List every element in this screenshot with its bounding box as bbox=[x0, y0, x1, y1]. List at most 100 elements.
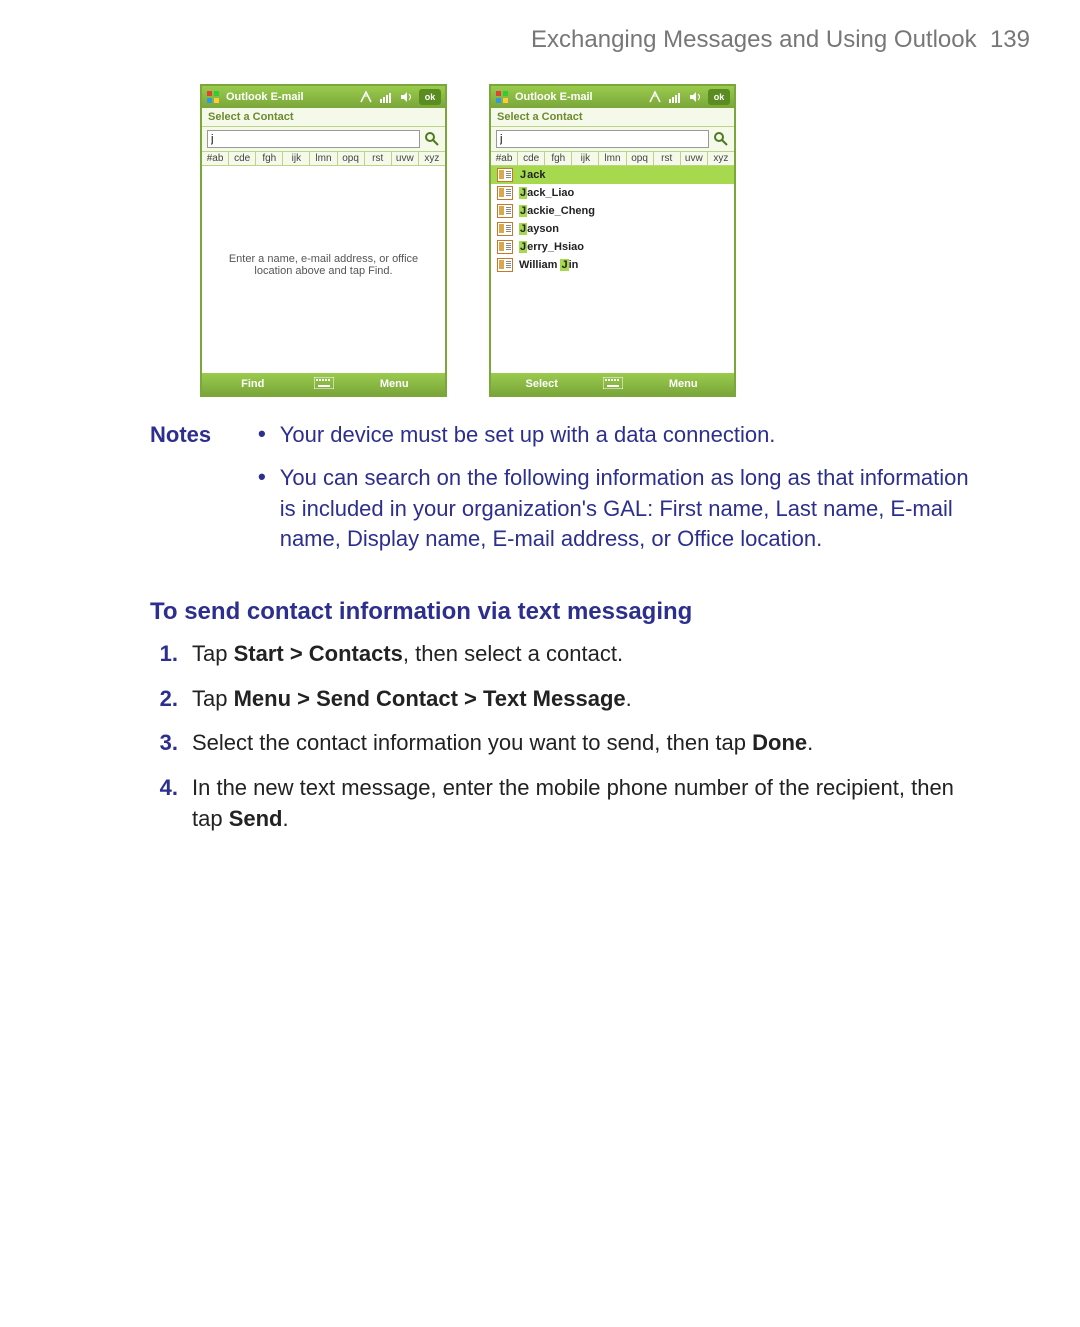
alpha-tab[interactable]: ijk bbox=[283, 152, 310, 165]
signal-icon bbox=[379, 90, 393, 104]
note-text: Your device must be set up with a data c… bbox=[280, 420, 776, 451]
step-number: 3. bbox=[150, 728, 178, 759]
contact-row[interactable]: Jackie_Cheng bbox=[491, 202, 734, 220]
keyboard-icon[interactable] bbox=[593, 377, 633, 392]
contact-name: Jack bbox=[519, 169, 545, 181]
step-number: 2. bbox=[150, 684, 178, 715]
note-item: • You can search on the following inform… bbox=[258, 463, 980, 555]
step-text: Tap Menu > Send Contact > Text Message. bbox=[192, 684, 980, 715]
contact-row[interactable]: William Jin bbox=[491, 256, 734, 274]
keyboard-icon[interactable] bbox=[304, 377, 344, 392]
alpha-tab[interactable]: uvw bbox=[681, 152, 708, 165]
alpha-tab[interactable]: ijk bbox=[572, 152, 599, 165]
section-title: Exchanging Messages and Using Outlook bbox=[531, 26, 977, 53]
titlebar: Outlook E-mail ok bbox=[202, 86, 445, 108]
screenshot-right: Outlook E-mail ok Select a Contact #abcd… bbox=[489, 84, 736, 397]
alpha-tabs-left[interactable]: #abcdefghijklmnopqrstuvwxyz bbox=[202, 152, 445, 166]
alpha-tab[interactable]: fgh bbox=[256, 152, 283, 165]
screenshot-left: Outlook E-mail ok Select a Contact #abcd… bbox=[200, 84, 447, 397]
step-number: 4. bbox=[150, 773, 178, 835]
search-input[interactable] bbox=[496, 130, 709, 148]
step-number: 1. bbox=[150, 639, 178, 670]
alpha-tab[interactable]: fgh bbox=[545, 152, 572, 165]
alpha-tab[interactable]: rst bbox=[365, 152, 392, 165]
contact-name: Jackie_Cheng bbox=[519, 205, 595, 217]
contact-name: William Jin bbox=[519, 259, 578, 271]
signal-icon bbox=[668, 90, 682, 104]
volume-icon bbox=[688, 90, 702, 104]
soft-key-bar: Select Menu bbox=[491, 373, 734, 395]
document-body: Notes • Your device must be set up with … bbox=[150, 420, 980, 849]
step-item: 1. Tap Start > Contacts, then select a c… bbox=[150, 639, 980, 670]
step-item: 3. Select the contact information you wa… bbox=[150, 728, 980, 759]
titlebar-label: Outlook E-mail bbox=[515, 91, 593, 103]
start-icon[interactable] bbox=[495, 90, 509, 104]
notes-list: • Your device must be set up with a data… bbox=[258, 420, 980, 567]
bullet-icon: • bbox=[258, 420, 266, 451]
step-text: Select the contact information you want … bbox=[192, 728, 980, 759]
alpha-tab[interactable]: cde bbox=[518, 152, 545, 165]
page-header: Exchanging Messages and Using Outlook 13… bbox=[531, 26, 1030, 54]
contact-card-icon bbox=[497, 258, 513, 272]
results-area: Jack Jack_Liao Jackie_Cheng Jayson Jerry_Hsi… bbox=[491, 166, 734, 373]
contact-row[interactable]: Jayson bbox=[491, 220, 734, 238]
contact-list: Jack Jack_Liao Jackie_Cheng Jayson Jerry_Hsi… bbox=[491, 166, 734, 274]
contact-card-icon bbox=[497, 222, 513, 236]
contact-card-icon bbox=[497, 204, 513, 218]
contact-row[interactable]: Jack bbox=[491, 166, 734, 184]
alpha-tab[interactable]: #ab bbox=[202, 152, 229, 165]
search-row bbox=[491, 127, 734, 152]
contact-card-icon bbox=[497, 186, 513, 200]
find-icon[interactable] bbox=[424, 131, 440, 147]
alpha-tab[interactable]: lmn bbox=[310, 152, 337, 165]
contact-name: Jack_Liao bbox=[519, 187, 574, 199]
note-item: • Your device must be set up with a data… bbox=[258, 420, 980, 451]
notes-block: Notes • Your device must be set up with … bbox=[150, 420, 980, 567]
results-area: Enter a name, e-mail address, or office … bbox=[202, 166, 445, 373]
ok-button[interactable]: ok bbox=[419, 89, 441, 105]
contact-card-icon bbox=[497, 168, 513, 182]
screen-subtitle: Select a Contact bbox=[202, 108, 445, 127]
contact-card-icon bbox=[497, 240, 513, 254]
connectivity-icon bbox=[648, 90, 662, 104]
softkey-right[interactable]: Menu bbox=[633, 378, 735, 390]
softkey-left[interactable]: Find bbox=[202, 378, 304, 390]
search-row bbox=[202, 127, 445, 152]
connectivity-icon bbox=[359, 90, 373, 104]
ok-button[interactable]: ok bbox=[708, 89, 730, 105]
alpha-tab[interactable]: uvw bbox=[392, 152, 419, 165]
steps-list: 1. Tap Start > Contacts, then select a c… bbox=[150, 639, 980, 835]
alpha-tab[interactable]: cde bbox=[229, 152, 256, 165]
alpha-tab[interactable]: xyz bbox=[419, 152, 445, 165]
find-icon[interactable] bbox=[713, 131, 729, 147]
search-input[interactable] bbox=[207, 130, 420, 148]
step-item: 2. Tap Menu > Send Contact > Text Messag… bbox=[150, 684, 980, 715]
alpha-tab[interactable]: opq bbox=[338, 152, 365, 165]
bullet-icon: • bbox=[258, 463, 266, 555]
step-item: 4. In the new text message, enter the mo… bbox=[150, 773, 980, 835]
contact-name: Jayson bbox=[519, 223, 559, 235]
screenshots-row: Outlook E-mail ok Select a Contact #abcd… bbox=[200, 84, 736, 397]
alpha-tab[interactable]: rst bbox=[654, 152, 681, 165]
volume-icon bbox=[399, 90, 413, 104]
section-heading: To send contact information via text mes… bbox=[150, 595, 980, 629]
alpha-tab[interactable]: #ab bbox=[491, 152, 518, 165]
empty-hint: Enter a name, e-mail address, or office … bbox=[229, 253, 419, 277]
alpha-tab[interactable]: lmn bbox=[599, 152, 626, 165]
contact-row[interactable]: Jerry_Hsiao bbox=[491, 238, 734, 256]
alpha-tab[interactable]: opq bbox=[627, 152, 654, 165]
contact-name: Jerry_Hsiao bbox=[519, 241, 584, 253]
contact-row[interactable]: Jack_Liao bbox=[491, 184, 734, 202]
titlebar-label: Outlook E-mail bbox=[226, 91, 304, 103]
alpha-tab[interactable]: xyz bbox=[708, 152, 734, 165]
note-text: You can search on the following informat… bbox=[280, 463, 980, 555]
page-number: 139 bbox=[990, 26, 1030, 53]
step-text: Tap Start > Contacts, then select a cont… bbox=[192, 639, 980, 670]
screen-subtitle: Select a Contact bbox=[491, 108, 734, 127]
soft-key-bar: Find Menu bbox=[202, 373, 445, 395]
softkey-right[interactable]: Menu bbox=[344, 378, 446, 390]
softkey-left[interactable]: Select bbox=[491, 378, 593, 390]
step-text: In the new text message, enter the mobil… bbox=[192, 773, 980, 835]
start-icon[interactable] bbox=[206, 90, 220, 104]
alpha-tabs-right[interactable]: #abcdefghijklmnopqrstuvwxyz bbox=[491, 152, 734, 166]
